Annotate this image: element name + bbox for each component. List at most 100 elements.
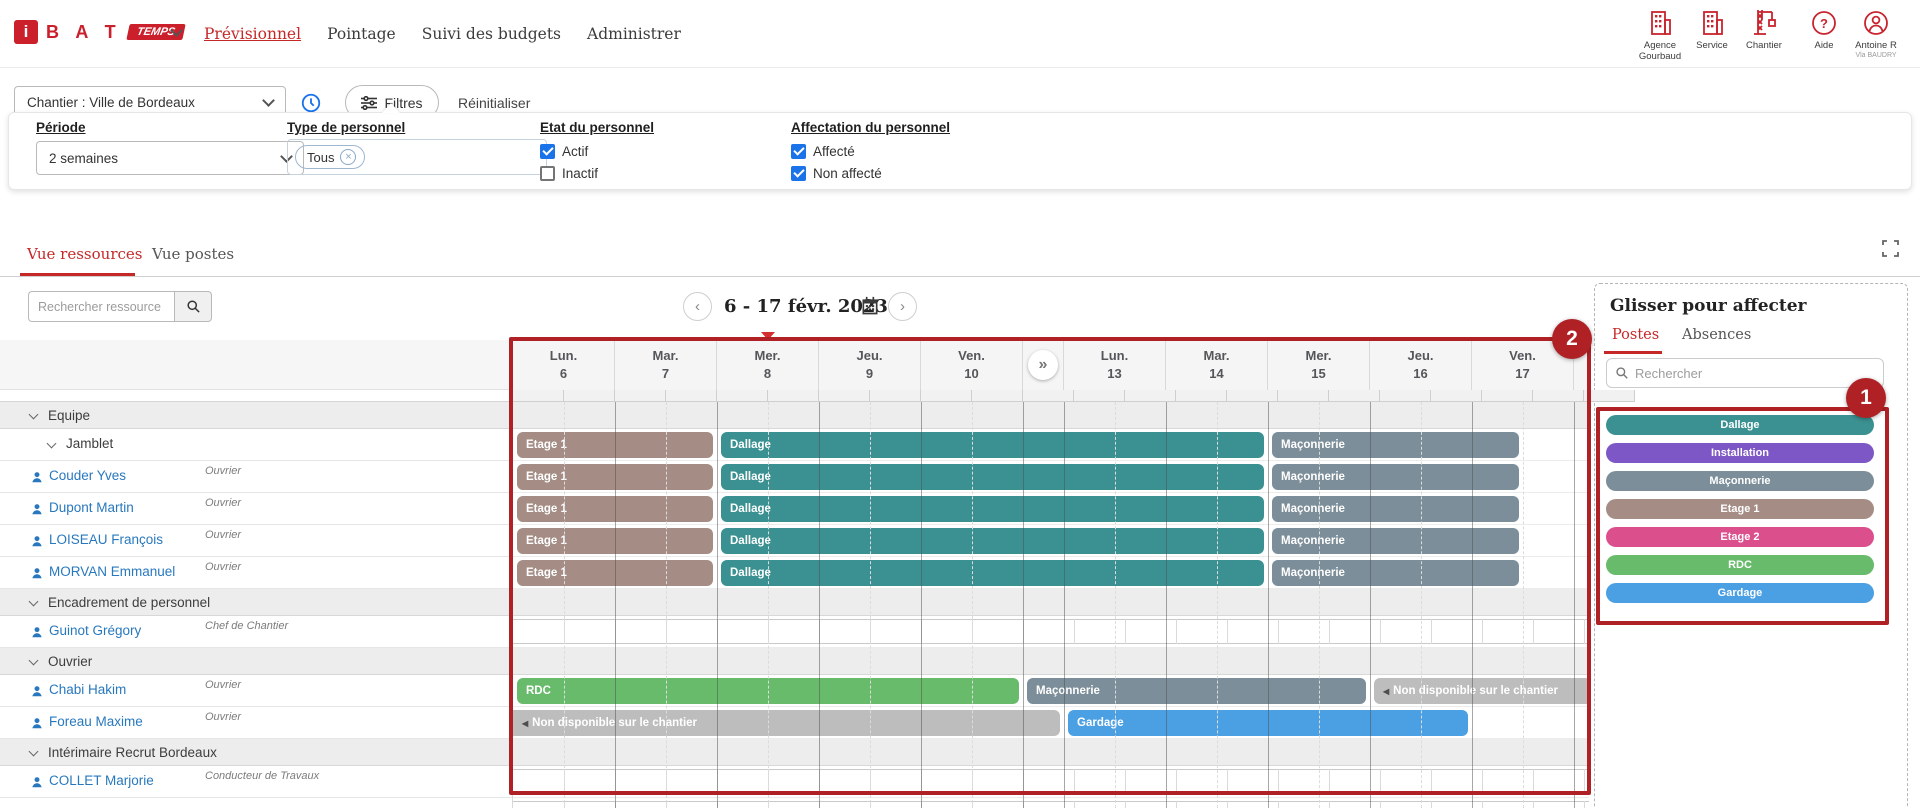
resource-row-left: Guinot Grégory Chef de Chantier xyxy=(0,616,512,648)
chevron-down-icon[interactable] xyxy=(29,746,39,756)
periode-select[interactable]: 2 semaines xyxy=(36,141,304,175)
search-icon xyxy=(1615,366,1629,380)
empty-slot-strip xyxy=(513,801,1589,808)
person-icon xyxy=(30,470,44,489)
resource-role: Ouvrier xyxy=(205,497,241,509)
logo-letters: B A T xyxy=(46,22,122,43)
app-root: i B A T TEMPS Prévisionnel Pointage Suivi … xyxy=(0,0,1920,808)
assign-tab-underline xyxy=(1604,351,1662,354)
fullscreen-icon[interactable] xyxy=(1882,240,1899,262)
subheader-cell xyxy=(1584,390,1635,402)
top-nav: i B A T TEMPS Prévisionnel Pointage Suivi … xyxy=(0,0,1920,68)
etat-checkbox-inactif[interactable] xyxy=(540,166,555,181)
assign-search-field[interactable] xyxy=(1606,358,1884,388)
nav-item-suivi-des-budgets[interactable]: Suivi des budgets xyxy=(422,25,561,43)
chip-remove-icon[interactable]: × xyxy=(340,149,356,165)
periode-label: Période xyxy=(36,120,86,135)
quick-link-sublabel: Vla BAUDRY xyxy=(1845,52,1907,59)
resource-row-left: LOISEAU FrançoisOuvrier xyxy=(0,525,512,557)
etat-option-row: Inactif xyxy=(540,164,598,182)
tabbar-divider xyxy=(0,276,1920,277)
chantier-select-value: Chantier : Ville de Bordeaux xyxy=(27,95,195,110)
person-icon xyxy=(30,566,44,585)
resource-name-link[interactable]: Guinot Grégory xyxy=(49,623,141,638)
resource-name-link[interactable]: Dupont Martin xyxy=(49,500,134,515)
type-personnel-label: Type de personnel xyxy=(287,120,405,135)
left-table-subheader xyxy=(0,390,512,402)
slot-cell-border xyxy=(1584,801,1585,808)
slot-cell-border xyxy=(1431,801,1432,808)
affectation-options: AffectéNon affecté xyxy=(791,142,882,186)
affectation-checkbox-label: Non affecté xyxy=(813,166,882,181)
chevron-down-icon xyxy=(262,94,275,107)
nav-item-pointage[interactable]: Pointage xyxy=(327,25,396,43)
tab-vue-postes[interactable]: Vue postes xyxy=(152,245,234,263)
affectation-checkbox-affecté[interactable] xyxy=(791,144,806,159)
filter-panel-notch xyxy=(382,103,400,113)
slot-cell-border xyxy=(1176,801,1177,808)
resource-role: Ouvrier xyxy=(205,561,241,573)
tab-vue-ressources[interactable]: Vue ressources xyxy=(27,245,142,263)
person-icon xyxy=(30,716,44,735)
chevron-down-icon[interactable] xyxy=(29,596,39,606)
resource-name-link[interactable]: LOISEAU François xyxy=(49,532,163,547)
quick-link-label: Chantier xyxy=(1733,41,1795,52)
svg-text:?: ? xyxy=(1820,16,1828,31)
assign-search-input[interactable] xyxy=(1635,366,1875,381)
resource-name-link[interactable]: Couder Yves xyxy=(49,468,126,483)
affectation-option-row: Non affecté xyxy=(791,164,882,182)
group-label: Ouvrier xyxy=(48,654,92,669)
quick-link-antoine r[interactable]: Antoine RVla BAUDRY xyxy=(1845,8,1907,59)
slot-cell-border xyxy=(1533,801,1534,808)
etat-checkbox-label: Actif xyxy=(562,144,588,159)
type-personnel-chip: Tous × xyxy=(295,145,365,169)
subgroup-label: Jamblet xyxy=(66,436,113,451)
affectation-label: Affectation du personnel xyxy=(791,120,950,135)
prev-period-button[interactable]: ‹ xyxy=(683,292,712,321)
chevron-down-icon[interactable] xyxy=(29,409,39,419)
chevron-down-icon[interactable] xyxy=(47,439,57,449)
slot-cell-border xyxy=(1380,801,1381,808)
app-logo[interactable]: i B A T TEMPS xyxy=(14,17,184,47)
resource-row-left: MORVAN Emmanuel Ouvrier xyxy=(0,557,512,589)
etat-checkbox-actif[interactable] xyxy=(540,144,555,159)
resource-name-link[interactable]: MORVAN Emmanuel xyxy=(49,564,175,579)
person-icon xyxy=(30,502,44,521)
etat-options: Actif Inactif xyxy=(540,142,598,186)
resource-search-input[interactable] xyxy=(28,291,174,322)
nav-item-pr-visionnel[interactable]: Prévisionnel xyxy=(204,25,301,43)
reset-filters-button[interactable]: Réinitialiser xyxy=(458,95,530,111)
resource-role: Chef de Chantier xyxy=(205,620,288,632)
calendar-icon[interactable] xyxy=(860,296,880,321)
resource-role: Ouvrier xyxy=(205,465,241,477)
slot-cell-border xyxy=(1329,801,1330,808)
type-personnel-field[interactable]: Tous × xyxy=(287,139,547,175)
resource-search-button[interactable] xyxy=(174,291,212,322)
assign-tab-postes[interactable]: Postes xyxy=(1612,327,1659,343)
resource-name-link[interactable]: Foreau Maxime xyxy=(49,714,143,729)
annotation-callout-1: 1 xyxy=(1846,378,1886,418)
nav-item-administrer[interactable]: Administrer xyxy=(587,25,681,43)
affectation-checkbox-non-affecté[interactable] xyxy=(791,166,806,181)
resource-row-left: Jamblet xyxy=(0,429,512,461)
annotation-box-pills xyxy=(1596,407,1889,625)
etat-personnel-label: Etat du personnel xyxy=(540,120,654,135)
resource-row-left: Couder Yves Ouvrier xyxy=(0,461,512,493)
quick-link-chantier[interactable]: Chantier xyxy=(1733,8,1795,52)
assign-tab-absences[interactable]: Absences xyxy=(1682,327,1751,343)
crane-icon xyxy=(1733,8,1795,38)
slot-cell-border xyxy=(1278,801,1279,808)
resource-row-left: Foreau MaximeOuvrier xyxy=(0,707,512,739)
resource-name-link[interactable]: Chabi Hakim xyxy=(49,682,126,697)
assign-panel-title: Glisser pour affecter xyxy=(1610,296,1807,316)
logo-i-icon: i xyxy=(14,20,38,44)
slot-cell-border xyxy=(1074,801,1075,808)
etat-checkbox-label: Inactif xyxy=(562,166,598,181)
main-menu: Prévisionnel Pointage Suivi des budgets Adm… xyxy=(204,0,681,68)
next-period-button[interactable]: › xyxy=(888,292,917,321)
slot-cell-border xyxy=(1227,801,1228,808)
resource-row-left: COLLET MarjorieConducteur de Travaux xyxy=(0,766,512,798)
resource-row-left: Chabi HakimOuvrier xyxy=(0,675,512,707)
resource-name-link[interactable]: COLLET Marjorie xyxy=(49,773,154,788)
chevron-down-icon[interactable] xyxy=(29,655,39,665)
